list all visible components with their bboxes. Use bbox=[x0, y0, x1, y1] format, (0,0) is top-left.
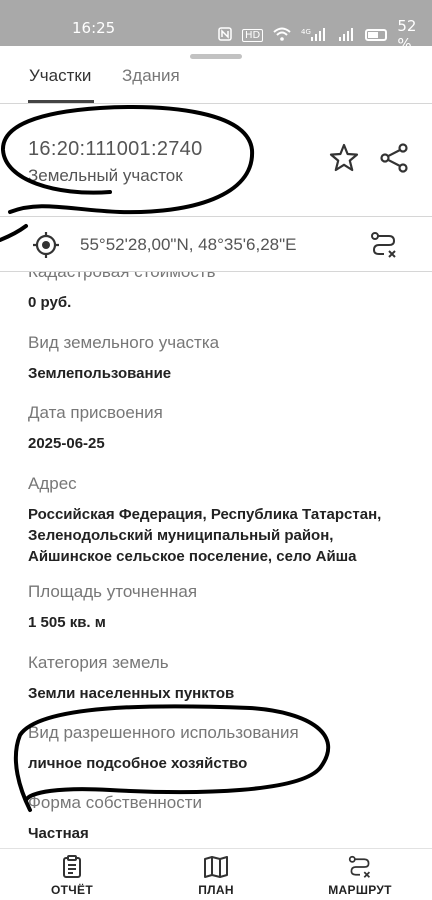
report-icon bbox=[63, 855, 81, 878]
tab-underline bbox=[28, 100, 94, 103]
field-label: Вид разрешенного использования bbox=[28, 723, 299, 742]
nav-report[interactable]: ОТЧЁТ bbox=[22, 855, 122, 897]
field-label: Кадастровая стоимость bbox=[28, 272, 418, 282]
field-label: Форма собственности bbox=[28, 793, 202, 812]
field-assign-date: Дата присвоения 2025-06-25 bbox=[28, 403, 418, 454]
nav-route-label: МАРШРУТ bbox=[328, 883, 392, 897]
sheet-drag-handle[interactable] bbox=[190, 54, 242, 59]
nfc-icon bbox=[218, 26, 232, 44]
tab-buildings[interactable]: Здания bbox=[122, 66, 180, 86]
signal-icon: 4G bbox=[301, 27, 327, 44]
status-icons: HD 4G 52 % bbox=[218, 17, 432, 53]
crosshair-icon[interactable] bbox=[32, 231, 60, 264]
field-value: Частная bbox=[28, 825, 89, 842]
battery-icon bbox=[365, 29, 388, 41]
nav-plan[interactable]: ПЛАН bbox=[166, 855, 266, 897]
share-icon[interactable] bbox=[378, 142, 410, 174]
field-ownership: Форма собственности Частная bbox=[28, 793, 418, 844]
field-label: Вид земельного участка bbox=[28, 333, 220, 352]
field-value: 0 руб. bbox=[28, 294, 72, 311]
wifi-icon bbox=[273, 27, 291, 44]
field-land-kind: Вид земельного участка Землепользование bbox=[28, 333, 418, 384]
map-icon bbox=[204, 856, 228, 878]
nav-report-label: ОТЧЁТ bbox=[51, 883, 93, 897]
battery-percent: 52 % bbox=[397, 17, 417, 53]
field-value: Земли населенных пунктов bbox=[28, 685, 235, 702]
parcel-details: Кадастровая стоимость 0 руб. Вид земельн… bbox=[0, 272, 432, 848]
tab-bar: Участки Здания bbox=[0, 60, 432, 104]
field-value: Землепользование bbox=[28, 365, 172, 382]
coordinates-text[interactable]: 55°52'28,00"N, 48°35'6,28"E bbox=[80, 235, 296, 255]
field-value: 2025-06-25 bbox=[28, 435, 105, 452]
field-label: Категория земель bbox=[28, 653, 169, 672]
cadastral-number: 16:20:111001:2740 bbox=[28, 138, 203, 160]
nav-route[interactable]: МАРШРУТ bbox=[310, 855, 410, 897]
signal-icon-2 bbox=[337, 27, 355, 44]
field-value: Российская Федерация, Республика Татарст… bbox=[28, 506, 382, 565]
network-label: 4G bbox=[301, 28, 311, 36]
field-land-category: Категория земель Земли населенных пункто… bbox=[28, 653, 418, 704]
field-address: Адрес Российская Федерация, Республика Т… bbox=[28, 474, 418, 567]
coordinates-bar: 55°52'28,00"N, 48°35'6,28"E bbox=[0, 216, 432, 272]
field-label: Площадь уточненная bbox=[28, 582, 198, 601]
field-value: 1 505 кв. м bbox=[28, 614, 106, 631]
star-icon[interactable] bbox=[328, 142, 360, 174]
parcel-header: 16:20:111001:2740 Земельный участок bbox=[0, 104, 432, 216]
tab-parcels[interactable]: Участки bbox=[29, 66, 91, 86]
field-value: личное подсобное хозяйство bbox=[28, 755, 248, 772]
field-cadastral-value: Кадастровая стоимость 0 руб. bbox=[28, 272, 418, 313]
field-label: Дата присвоения bbox=[28, 403, 163, 422]
route-clear-icon[interactable] bbox=[370, 231, 398, 264]
status-bar: 16:25 HD 4G 52 % bbox=[0, 0, 432, 53]
field-area: Площадь уточненная 1 505 кв. м bbox=[28, 582, 418, 633]
field-permitted-use: Вид разрешенного использования личное по… bbox=[28, 723, 418, 774]
hd-badge: HD bbox=[242, 28, 264, 42]
status-time: 16:25 bbox=[72, 19, 116, 37]
nav-plan-label: ПЛАН bbox=[198, 883, 234, 897]
field-label: Адрес bbox=[28, 474, 77, 493]
bottom-nav: ОТЧЁТ ПЛАН МАРШРУТ bbox=[0, 848, 432, 900]
parcel-type: Земельный участок bbox=[28, 166, 183, 185]
route-icon bbox=[348, 855, 371, 878]
